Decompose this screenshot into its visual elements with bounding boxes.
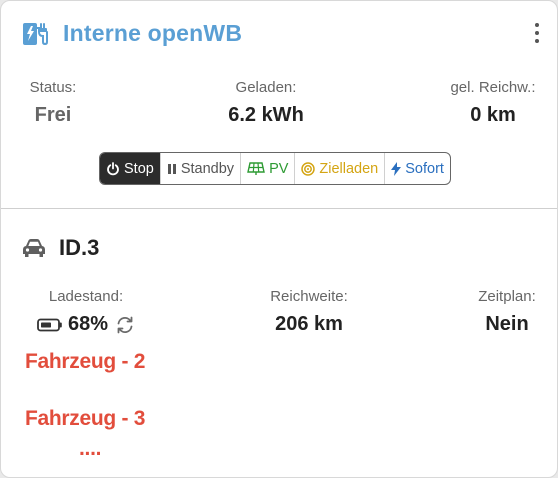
section-divider <box>1 208 557 209</box>
mode-standby-button[interactable]: Standby <box>161 153 242 184</box>
schedule-value: Nein <box>485 313 529 335</box>
more-annotation: .... <box>79 437 102 460</box>
mode-sofort-label: Sofort <box>405 160 444 177</box>
kebab-menu-icon[interactable] <box>533 23 541 43</box>
vehicle-range-block: Reichweite: 206 km <box>249 288 369 336</box>
charged-label: Geladen: <box>235 79 297 96</box>
status-value: Frei <box>34 104 72 126</box>
mode-stop-label: Stop <box>124 160 154 177</box>
mode-standby-label: Standby <box>180 160 235 177</box>
pause-icon <box>167 163 176 174</box>
mode-stop-button[interactable]: Stop <box>100 153 161 184</box>
mode-zielladen-button[interactable]: Zielladen <box>295 153 386 184</box>
vehicle-name: ID.3 <box>59 235 100 260</box>
vehicle-2-annotation: Fahrzeug - 2 <box>25 350 146 373</box>
solar-panel-icon <box>247 161 265 175</box>
target-icon <box>301 161 316 176</box>
power-icon <box>107 161 119 175</box>
mode-pv-label: PV <box>269 160 289 177</box>
soc-value-row: 68% <box>31 313 141 336</box>
vehicle-range-value: 206 km <box>275 313 343 335</box>
charge-mode-selector: Stop Standby PV Zielladen Sofort <box>99 152 451 185</box>
card-title: Interne openWB <box>63 19 243 46</box>
mode-sofort-button[interactable]: Sofort <box>385 153 450 184</box>
bolt-icon <box>391 161 402 176</box>
schedule-label: Zeitplan: <box>478 288 536 305</box>
range-label: gel. Reichw.: <box>450 79 536 96</box>
charged-value: 6.2 kWh <box>228 104 304 126</box>
status-label: Status: <box>29 79 77 96</box>
charging-station-icon <box>21 17 53 49</box>
schedule-block: Zeitplan: Nein <box>467 288 547 336</box>
soc-block: Ladestand: 68% <box>31 288 141 336</box>
vehicle-header: ID.3 <box>21 235 99 261</box>
battery-icon <box>37 318 62 331</box>
soc-label: Ladestand: <box>48 288 124 305</box>
vehicle-3-annotation: Fahrzeug - 3 <box>25 407 146 430</box>
refresh-icon[interactable] <box>115 315 135 335</box>
car-icon <box>23 239 45 257</box>
vehicle-range-label: Reichweite: <box>270 288 348 305</box>
mode-zielladen-label: Zielladen <box>319 160 379 177</box>
charge-point-card: Interne openWB Status: Frei Geladen: 6.2… <box>0 0 558 478</box>
card-header: Interne openWB <box>21 15 242 51</box>
range-block: gel. Reichw.: 0 km <box>437 79 549 127</box>
mode-pv-button[interactable]: PV <box>241 153 296 184</box>
status-block: Status: Frei <box>25 79 81 127</box>
soc-value: 68% <box>67 313 109 335</box>
range-value: 0 km <box>470 104 516 126</box>
charged-block: Geladen: 6.2 kWh <box>206 79 326 127</box>
